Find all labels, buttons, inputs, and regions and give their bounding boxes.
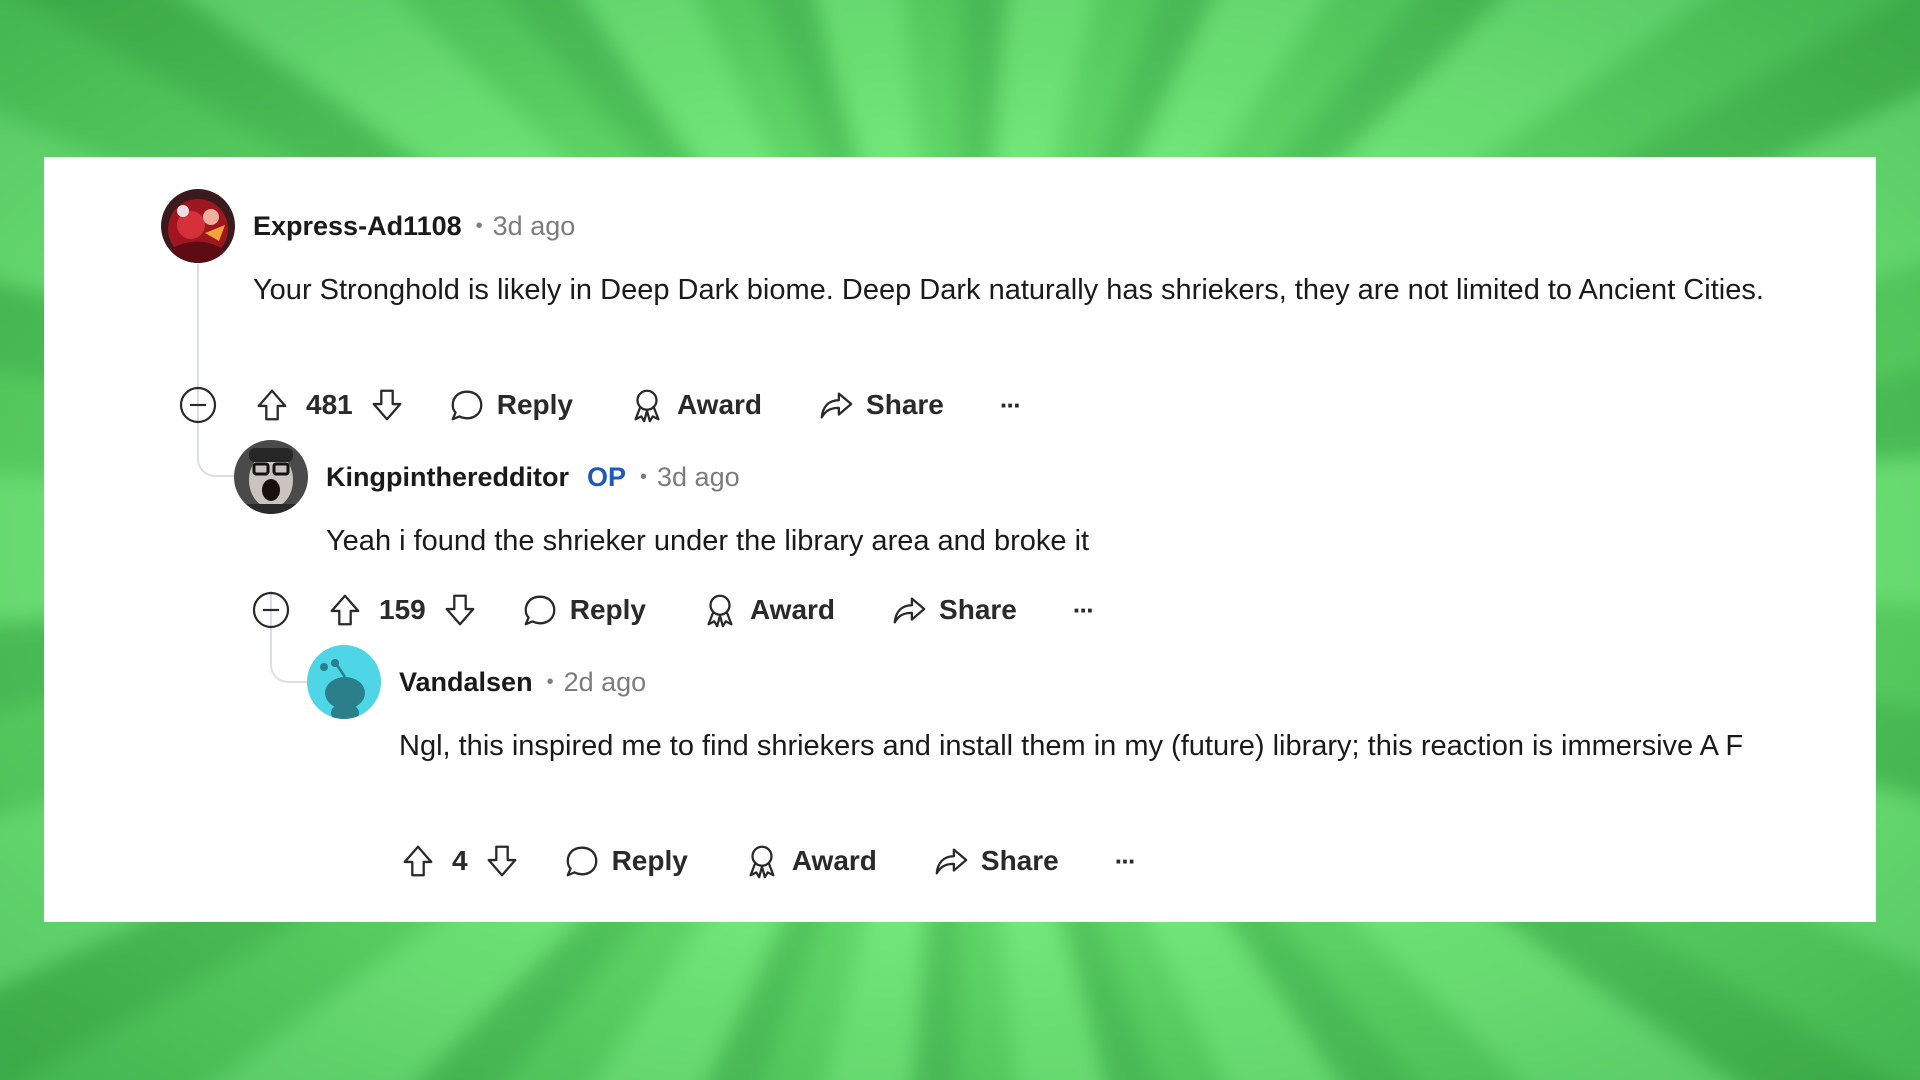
screaming-man-avatar-icon: [234, 440, 308, 514]
comment-actions: 4 Reply Award Share ···: [398, 839, 1137, 883]
share-button[interactable]: Share: [931, 841, 1059, 881]
separator-dot: •: [475, 214, 483, 237]
timestamp[interactable]: 2d ago: [564, 667, 647, 698]
award-button[interactable]: Award: [700, 590, 835, 630]
more-options-button[interactable]: ···: [1072, 594, 1095, 626]
upvote-icon[interactable]: [325, 590, 365, 630]
separator-dot: •: [640, 465, 648, 488]
vote-count: 4: [452, 845, 468, 876]
share-label: Share: [980, 845, 1059, 876]
collapse-thread-button[interactable]: [178, 385, 218, 425]
downvote-icon[interactable]: [482, 841, 522, 881]
share-button[interactable]: Share: [889, 590, 1017, 630]
downvote-icon[interactable]: [367, 385, 407, 425]
award-ribbon-icon: [627, 385, 667, 425]
reply-label: Reply: [496, 389, 573, 420]
share-label: Share: [939, 594, 1017, 625]
share-label: Share: [866, 389, 944, 420]
speech-bubble-icon: [562, 841, 602, 881]
thread-line: [197, 264, 237, 477]
upvote-icon[interactable]: [252, 385, 292, 425]
reply-button[interactable]: Reply: [447, 385, 573, 425]
timestamp[interactable]: 3d ago: [657, 462, 740, 493]
comment-meta: Express-Ad1108 • 3d ago: [253, 206, 575, 246]
more-options-button[interactable]: ···: [999, 389, 1022, 421]
avatar[interactable]: [307, 645, 381, 719]
minus-circle-icon: [179, 386, 217, 424]
avatar[interactable]: [161, 189, 235, 263]
comment-text: Yeah i found the shrieker under the libr…: [326, 525, 1090, 557]
collapse-thread-button[interactable]: [251, 590, 291, 630]
reply-label: Reply: [611, 845, 688, 876]
reply-button[interactable]: Reply: [562, 841, 688, 881]
username[interactable]: Kingpintheredditor: [326, 462, 569, 493]
downvote-icon[interactable]: [440, 590, 480, 630]
award-ribbon-icon: [742, 841, 782, 881]
award-button[interactable]: Award: [742, 841, 877, 881]
default-snoo-avatar-icon: [307, 645, 381, 719]
vote-count: 159: [379, 594, 426, 625]
more-options-icon: ···: [999, 389, 1022, 420]
comment-thread-card: Express-Ad1108 • 3d ago Your Stronghold …: [44, 157, 1876, 922]
speech-bubble-icon: [447, 385, 487, 425]
username[interactable]: Express-Ad1108: [253, 211, 462, 242]
share-arrow-icon: [931, 841, 971, 881]
award-label: Award: [791, 845, 877, 876]
award-label: Award: [676, 389, 763, 420]
share-arrow-icon: [889, 590, 929, 630]
share-arrow-icon: [816, 385, 856, 425]
comment-actions: 481 Reply Award Share ···: [252, 383, 1022, 427]
reply-label: Reply: [569, 594, 646, 625]
red-character-avatar-icon: [161, 189, 235, 263]
comment-meta: Vandalsen • 2d ago: [399, 662, 646, 702]
avatar[interactable]: [234, 440, 308, 514]
more-options-icon: ···: [1072, 594, 1095, 625]
speech-bubble-icon: [520, 590, 560, 630]
comment-actions: 159 Reply Award Share ···: [325, 588, 1095, 632]
separator-dot: •: [546, 670, 554, 693]
comment-text: Ngl, this inspired me to find shriekers …: [399, 730, 1744, 762]
share-button[interactable]: Share: [816, 385, 944, 425]
reply-button[interactable]: Reply: [520, 590, 646, 630]
more-options-icon: ···: [1114, 845, 1137, 876]
comment-meta: Kingpintheredditor OP • 3d ago: [326, 457, 740, 497]
award-label: Award: [749, 594, 836, 625]
more-options-button[interactable]: ···: [1114, 845, 1137, 877]
vote-count: 481: [306, 389, 353, 420]
timestamp[interactable]: 3d ago: [493, 211, 576, 242]
username[interactable]: Vandalsen: [399, 667, 533, 698]
minus-circle-icon: [252, 591, 290, 629]
award-button[interactable]: Award: [627, 385, 762, 425]
upvote-icon[interactable]: [398, 841, 438, 881]
comment-text: Your Stronghold is likely in Deep Dark b…: [253, 274, 1764, 306]
award-ribbon-icon: [700, 590, 740, 630]
op-badge: OP: [586, 461, 626, 492]
